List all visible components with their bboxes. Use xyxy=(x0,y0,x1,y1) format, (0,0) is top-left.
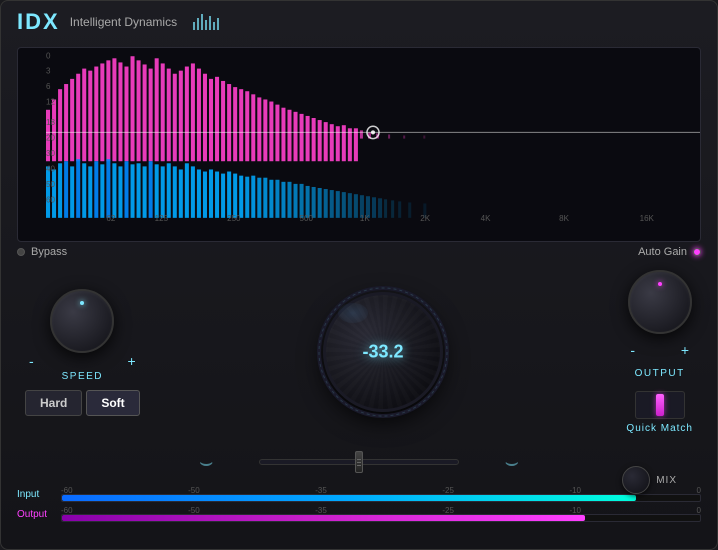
output-plusminus: - + xyxy=(626,342,693,358)
mix-control: MIX xyxy=(622,466,677,494)
autogain-toggle[interactable]: Auto Gain xyxy=(638,246,701,258)
svg-text:16K: 16K xyxy=(640,214,655,223)
svg-text:50: 50 xyxy=(46,180,55,189)
transient-handle[interactable] xyxy=(355,451,363,473)
svg-text:4K: 4K xyxy=(481,214,491,223)
output-meter-bg xyxy=(61,514,701,522)
output-control: - + OUTPUT Quick Match xyxy=(626,270,693,434)
input-meter: -60 -50 -35 -25 -10 0 xyxy=(61,486,701,502)
svg-text:1K: 1K xyxy=(360,214,370,223)
curve-left-icon: ⌣ xyxy=(199,449,239,475)
bypass-label: Bypass xyxy=(31,246,67,258)
bypass-autogain-row: Bypass Auto Gain xyxy=(17,246,701,258)
mix-label: MIX xyxy=(656,475,677,486)
knob-ring-svg xyxy=(315,284,451,420)
mode-buttons: Hard Soft xyxy=(25,390,140,416)
speed-knob[interactable] xyxy=(50,289,114,353)
svg-text:8K: 8K xyxy=(559,214,569,223)
transient-row: ⌣ ⌣ xyxy=(25,442,693,482)
hard-button[interactable]: Hard xyxy=(25,390,82,416)
input-label: Input xyxy=(17,489,53,500)
input-meter-fill xyxy=(62,495,636,501)
output-spectrum xyxy=(46,159,426,218)
spectrum-display: 0 3 6 12 18 20 30 40 50 60 62 125 250 50… xyxy=(17,47,701,242)
svg-text:12: 12 xyxy=(46,98,55,107)
output-plus[interactable]: + xyxy=(681,342,689,358)
speed-control: - + SPEED Hard Soft xyxy=(25,289,140,416)
input-meter-row: Input -60 -50 -35 -25 -10 0 xyxy=(17,486,701,502)
quick-match-handle xyxy=(656,394,664,416)
speed-plus[interactable]: + xyxy=(127,353,135,369)
plugin-name: IDX xyxy=(17,9,60,35)
svg-text:0: 0 xyxy=(46,51,51,60)
svg-text:18: 18 xyxy=(46,118,55,127)
speed-plusminus: - + xyxy=(25,353,140,369)
autogain-led xyxy=(693,248,701,256)
speed-minus[interactable]: - xyxy=(29,353,34,369)
output-indicator xyxy=(658,282,662,286)
svg-text:60: 60 xyxy=(46,195,55,204)
svg-text:40: 40 xyxy=(46,164,55,173)
svg-text:62: 62 xyxy=(106,214,115,223)
svg-text:250: 250 xyxy=(227,214,241,223)
bypass-toggle[interactable]: Bypass xyxy=(17,246,67,258)
svg-text:3: 3 xyxy=(46,67,51,76)
spectrum-svg: 0 3 6 12 18 20 30 40 50 60 62 125 250 50… xyxy=(46,48,700,223)
svg-text:20: 20 xyxy=(46,134,55,143)
svg-text:125: 125 xyxy=(155,214,169,223)
transient-track xyxy=(259,459,459,465)
input-spectrum xyxy=(46,56,425,161)
soft-button[interactable]: Soft xyxy=(86,390,139,416)
main-control: -33.2 xyxy=(323,292,443,412)
mix-knob[interactable] xyxy=(622,466,650,494)
output-meter-fill xyxy=(62,515,585,521)
quick-match: Quick Match xyxy=(626,391,693,434)
bypass-led xyxy=(17,248,25,256)
logo-area: Intelligent Dynamics xyxy=(70,13,177,31)
svg-text:500: 500 xyxy=(300,214,314,223)
svg-text:2K: 2K xyxy=(420,214,430,223)
quick-match-label: Quick Match xyxy=(626,423,693,434)
transient-slider[interactable] xyxy=(259,450,459,474)
output-knob[interactable] xyxy=(628,270,692,334)
speed-label: SPEED xyxy=(62,371,103,382)
output-meter: -60 -50 -35 -25 -10 0 xyxy=(61,506,701,522)
output-label: Output xyxy=(17,509,53,520)
meters-section: Input -60 -50 -35 -25 -10 0 Output xyxy=(17,486,701,522)
plugin-container: IDX Intelligent Dynamics xyxy=(0,0,718,550)
quick-match-slider[interactable] xyxy=(635,391,685,419)
input-meter-bg xyxy=(61,494,701,502)
curve-right-icon: ⌣ xyxy=(479,449,519,475)
output-minus[interactable]: - xyxy=(630,342,635,358)
svg-text:30: 30 xyxy=(46,149,55,158)
autogain-label: Auto Gain xyxy=(638,246,687,258)
main-knob[interactable]: -33.2 xyxy=(323,292,443,412)
plugin-subtitle: Intelligent Dynamics xyxy=(70,15,177,29)
output-label: OUTPUT xyxy=(635,368,685,379)
logo-waveform xyxy=(193,14,219,30)
output-meter-row: Output -60 -50 -35 -25 -10 0 xyxy=(17,506,701,522)
header: IDX Intelligent Dynamics xyxy=(1,1,717,43)
speed-indicator xyxy=(80,301,84,305)
svg-text:6: 6 xyxy=(46,82,51,91)
controls-row: - + SPEED Hard Soft -33.2 xyxy=(1,262,717,442)
